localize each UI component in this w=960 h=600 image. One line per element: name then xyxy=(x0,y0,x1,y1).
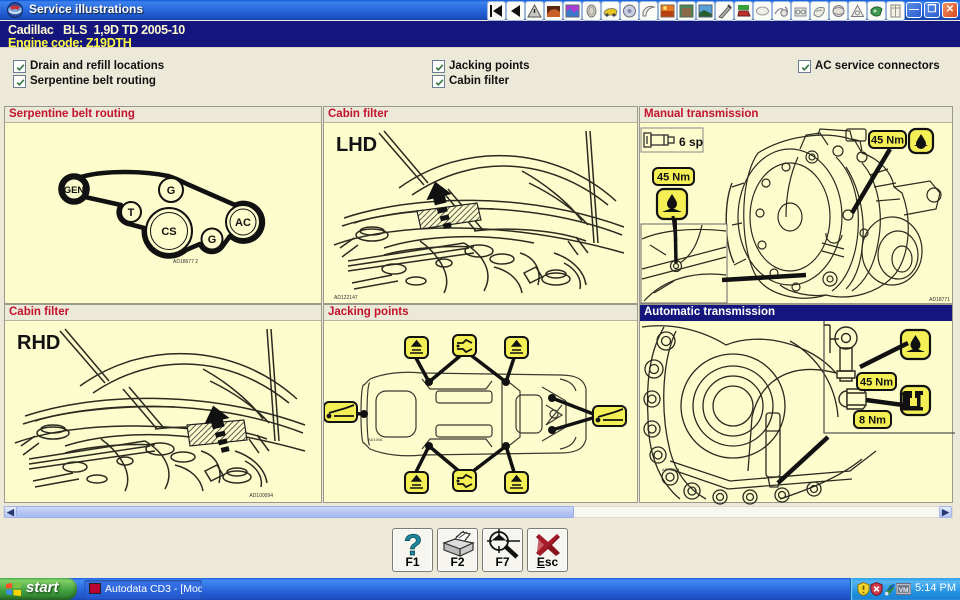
svg-text:GEN: GEN xyxy=(64,185,85,196)
svg-text:AD18677 2: AD18677 2 xyxy=(173,259,198,265)
svg-text:AC: AC xyxy=(235,217,251,229)
svg-text:AD1006: AD1006 xyxy=(368,437,383,442)
svg-text:VM: VM xyxy=(899,587,909,594)
svg-text:G: G xyxy=(208,234,217,246)
svg-text:45 Nm: 45 Nm xyxy=(860,377,893,389)
svg-text:AD100094: AD100094 xyxy=(249,493,273,499)
svg-text:T: T xyxy=(128,207,135,219)
svg-text:RHD: RHD xyxy=(17,332,60,354)
svg-text:G: G xyxy=(167,185,176,197)
svg-text:LHD: LHD xyxy=(336,134,377,156)
svg-text:6 sp: 6 sp xyxy=(679,135,703,149)
svg-text:AD122147: AD122147 xyxy=(334,295,358,301)
svg-text:8 Nm: 8 Nm xyxy=(859,415,886,427)
svg-text:ADH9064: ADH9064 xyxy=(662,467,680,472)
svg-text:AD18771: AD18771 xyxy=(929,297,950,303)
svg-text:45 Nm: 45 Nm xyxy=(657,172,690,184)
svg-text:45 Nm: 45 Nm xyxy=(871,135,904,147)
svg-text:CS: CS xyxy=(161,226,176,238)
